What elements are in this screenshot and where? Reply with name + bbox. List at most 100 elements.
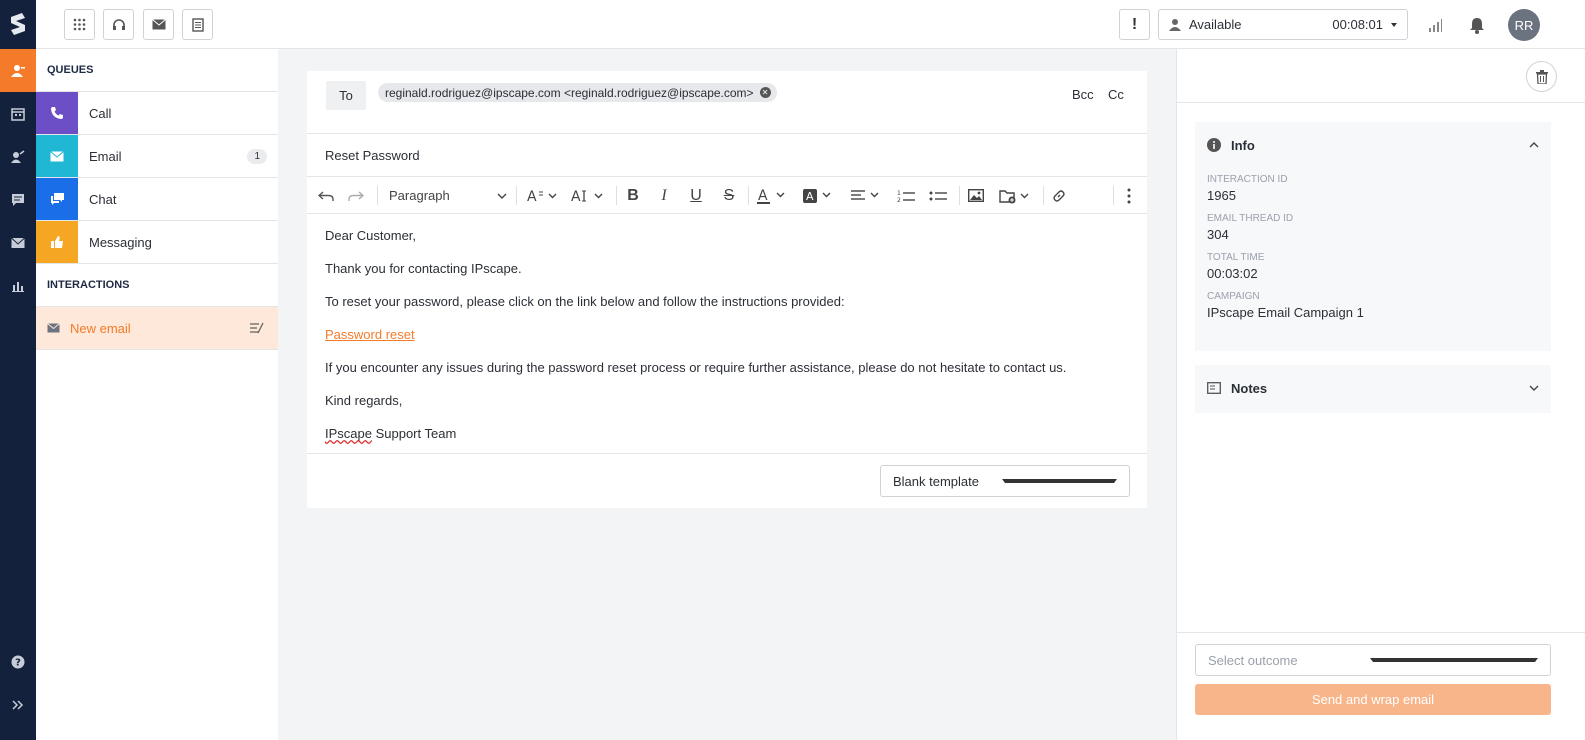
subject-field[interactable]: Reset Password [307,134,1147,177]
apps-grid-button[interactable] [64,9,95,40]
info-card: Info INTERACTION ID 1965 EMAIL THREAD ID… [1195,122,1551,351]
insert-image-icon[interactable] [965,177,987,214]
notes-header[interactable]: Notes [1195,365,1551,411]
body-line: To reset your password, please click on … [325,294,845,309]
queues-panel: QUEUES Call Email 1 Chat Messaging INTER… [36,49,278,740]
calendar-icon[interactable] [0,92,36,135]
recipient-chip[interactable]: reginald.rodriguez@ipscape.com <reginald… [378,83,777,102]
strikethrough-icon[interactable]: S [718,177,740,214]
caret-down-icon [1002,479,1117,483]
compose-email-button[interactable] [143,9,174,40]
delete-button[interactable] [1526,61,1557,92]
alert-label: ! [1131,15,1138,33]
chat-icon [36,178,78,220]
queue-item-chat[interactable]: Chat [36,178,278,221]
recipient-row: To reginald.rodriguez@ipscape.com <regin… [307,71,1147,134]
body-line: Thank you for contacting IPscape. [325,261,522,276]
underline-icon[interactable]: U [685,177,707,214]
svg-text:?: ? [15,657,21,668]
queue-label: Chat [89,191,117,207]
reports-icon[interactable] [0,264,36,307]
caret-down-icon [1391,22,1397,27]
agent-status-dropdown[interactable]: Available 00:08:01 [1158,9,1408,40]
font-family-icon[interactable]: A [525,177,561,214]
queue-item-messaging[interactable]: Messaging [36,221,278,264]
text-color-icon[interactable]: A [755,177,791,214]
top-bar: ! Available 00:08:01 RR [36,0,1585,49]
phone-icon [36,92,78,134]
queue-item-email[interactable]: Email 1 [36,135,278,178]
redo-icon[interactable] [345,177,367,214]
align-icon[interactable] [849,177,885,214]
field-label: TOTAL TIME [1207,252,1265,263]
paragraph-style-select[interactable]: Paragraph [389,177,507,214]
s-logo-icon[interactable] [0,0,36,48]
svg-text:A: A [758,188,768,204]
field-value: 304 [1207,227,1229,242]
to-button[interactable]: To [326,81,366,110]
chat-icon[interactable] [0,178,36,221]
info-header[interactable]: Info [1195,122,1551,168]
more-options-icon[interactable] [1119,177,1139,214]
chevron-down-icon [497,193,507,199]
template-select[interactable]: Blank template [880,465,1130,497]
body-line: If you encounter any issues during the p… [325,360,1067,375]
paragraph-style-label: Paragraph [389,188,450,203]
avatar[interactable]: RR [1508,9,1540,41]
field-label: EMAIL THREAD ID [1207,213,1294,224]
remove-recipient-icon[interactable]: ✕ [759,87,771,98]
alert-button[interactable]: ! [1119,9,1150,40]
field-value: IPscape Email Campaign 1 [1207,305,1364,320]
undo-icon[interactable] [315,177,337,214]
outcome-select[interactable]: Select outcome [1195,644,1551,676]
contact-icon[interactable] [0,49,36,92]
editor-toolbar: Paragraph A A B I U S A A 12 [307,177,1147,214]
queue-label: Messaging [89,234,152,250]
thumbs-up-icon [36,221,78,263]
body-greeting: Dear Customer, [325,228,417,243]
outcome-placeholder: Select outcome [1208,652,1298,668]
cc-link[interactable]: Cc [1108,87,1124,102]
info-icon [1207,138,1221,152]
person-icon [1169,19,1181,31]
field-value: 1965 [1207,188,1236,203]
envelope-icon [151,19,166,30]
highlight-color-icon[interactable]: A [801,177,837,214]
signal-icon[interactable] [1425,15,1445,35]
email-icon[interactable] [0,221,36,264]
svg-text:A: A [571,189,581,203]
envelope-icon [47,323,60,333]
password-reset-link[interactable]: Password reset [325,327,415,342]
bold-icon[interactable]: B [622,177,644,214]
bcc-link[interactable]: Bcc [1072,87,1094,102]
svg-text:A: A [527,189,537,203]
svg-text:2: 2 [897,197,901,203]
link-icon[interactable] [1048,177,1070,214]
svg-text:A: A [806,190,814,203]
queue-label: Email [89,148,122,164]
font-size-icon[interactable]: A [569,177,609,214]
signature-company: IPscape [325,426,372,441]
email-body-editor[interactable]: Dear Customer, Thank you for contacting … [307,214,1147,454]
interaction-item-new-email[interactable]: New email [36,307,278,350]
headset-icon [112,18,125,30]
notes-list-button[interactable] [182,9,213,40]
queue-item-call[interactable]: Call [36,92,278,135]
send-and-wrap-button[interactable]: Send and wrap email [1195,684,1551,715]
agent-icon[interactable] [0,135,36,178]
notes-icon [1207,382,1221,394]
headset-button[interactable] [103,9,134,40]
italic-icon[interactable]: I [653,177,675,214]
help-icon[interactable]: ? [0,640,36,683]
bell-icon[interactable] [1467,15,1487,35]
attach-file-icon[interactable] [997,177,1035,214]
info-title: Info [1231,137,1255,153]
expand-icon[interactable] [0,683,36,726]
email-icon [36,135,78,177]
numbered-list-icon[interactable]: 12 [895,177,917,214]
bullet-list-icon[interactable] [927,177,949,214]
notes-title: Notes [1231,380,1268,396]
queues-heading: QUEUES [36,49,278,92]
info-fields: INTERACTION ID 1965 EMAIL THREAD ID 304 … [1195,174,1551,320]
count-badge: 1 [247,148,267,164]
